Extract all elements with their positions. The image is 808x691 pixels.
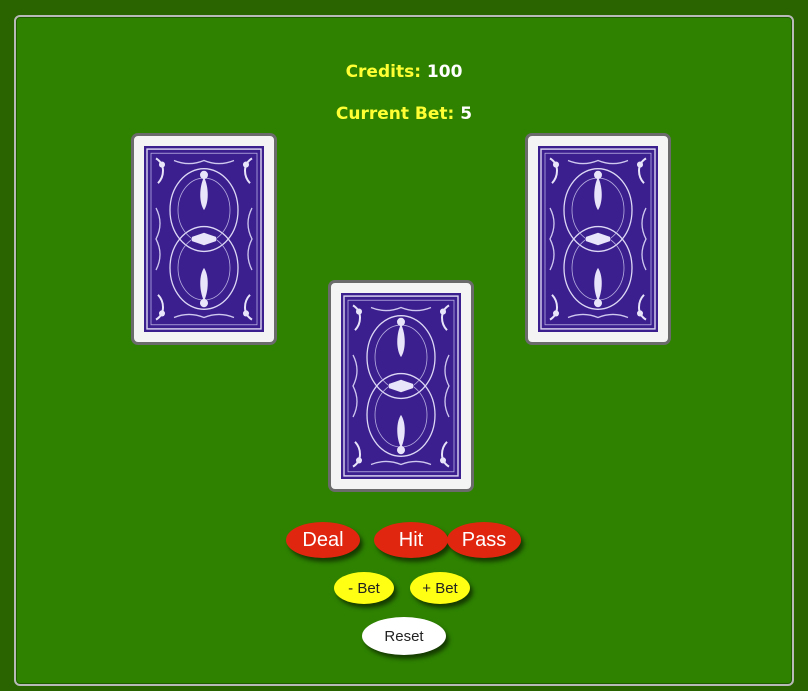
current-bet-value: 5	[460, 104, 473, 124]
pass-button[interactable]: Pass	[447, 522, 521, 558]
current-bet-label: Current Bet:	[335, 104, 455, 124]
game-table: Credits: 100 Current Bet: 5 Deal Hit Pas…	[14, 15, 794, 686]
deal-button[interactable]: Deal	[286, 522, 360, 558]
credits-display: Credits: 100	[16, 62, 792, 82]
increase-bet-button[interactable]: + Bet	[410, 572, 470, 604]
decrease-bet-button[interactable]: - Bet	[334, 572, 394, 604]
card-back-pattern-icon	[538, 146, 658, 332]
card-back-center	[328, 280, 474, 492]
card-back-right	[525, 133, 671, 345]
current-bet-display: Current Bet: 5	[16, 104, 792, 124]
credits-label: Credits:	[345, 62, 421, 82]
credits-value: 100	[426, 62, 463, 82]
card-back-left	[131, 133, 277, 345]
card-back-pattern-icon	[341, 293, 461, 479]
reset-button[interactable]: Reset	[362, 617, 446, 655]
card-back-pattern-icon	[144, 146, 264, 332]
hit-button[interactable]: Hit	[374, 522, 448, 558]
